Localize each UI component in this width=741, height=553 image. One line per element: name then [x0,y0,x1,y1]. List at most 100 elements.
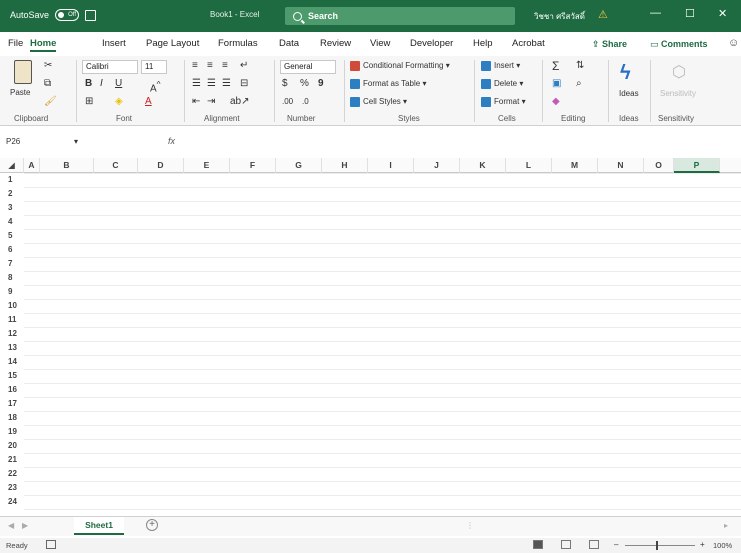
format-cells-button[interactable]: Format ▾ [481,97,526,107]
row-header[interactable]: 8 [0,271,24,285]
merge-center-icon[interactable]: ⊟ [240,78,248,90]
zoom-in-icon[interactable]: + [700,540,705,549]
comments-button[interactable]: ▭ Comments [650,39,708,50]
format-as-table-button[interactable]: Format as Table ▾ [350,79,426,89]
cell-styles-button[interactable]: Cell Styles ▾ [350,97,407,107]
align-right-icon[interactable]: ☰ [222,78,231,90]
format-painter-icon[interactable]: 🖌 [44,96,57,108]
align-left-icon[interactable]: ☰ [192,78,201,90]
row-header[interactable]: 19 [0,425,24,439]
borders-icon[interactable]: ⊞ [85,96,93,108]
tab-view[interactable]: View [370,38,390,49]
increase-decimal-icon[interactable]: .00 [282,96,293,108]
tab-formulas[interactable]: Formulas [218,38,258,49]
row-header[interactable]: 5 [0,229,24,243]
tab-file[interactable]: File [8,38,23,49]
decrease-indent-icon[interactable]: ⇤ [192,96,200,108]
column-header-a[interactable]: A [24,158,40,173]
page-layout-view-icon[interactable] [561,540,571,549]
italic-icon[interactable]: I [100,78,103,90]
tab-page-layout[interactable]: Page Layout [146,38,199,49]
name-box[interactable]: P26 [6,137,20,146]
tab-data[interactable]: Data [279,38,299,49]
autosave-toggle[interactable]: Off [55,9,80,21]
column-header-o[interactable]: O [644,158,674,173]
cut-icon[interactable]: ✂ [44,60,52,72]
row-header[interactable]: 18 [0,411,24,425]
row-header[interactable]: 21 [0,453,24,467]
macro-recording-icon[interactable] [46,540,56,549]
normal-view-icon[interactable] [533,540,543,549]
sensitivity-button-label[interactable]: Sensitivity [660,89,696,98]
column-header-h[interactable]: H [322,158,368,173]
paste-icon[interactable] [14,60,32,84]
percent-icon[interactable]: % [300,78,309,90]
column-header-f[interactable]: F [230,158,276,173]
align-top-icon[interactable]: ≡ [192,60,198,72]
increase-indent-icon[interactable]: ⇥ [207,96,215,108]
tab-acrobat[interactable]: Acrobat [512,38,545,49]
row-header[interactable]: 13 [0,341,24,355]
column-header-c[interactable]: C [94,158,138,173]
ideas-icon[interactable]: ϟ [620,62,631,85]
column-header-p[interactable]: P [674,158,720,173]
zoom-level[interactable]: 100% [713,541,732,550]
maximize-button[interactable]: ☐ [685,7,695,20]
scroll-right-icon[interactable]: ▸ [724,521,728,530]
row-header[interactable]: 7 [0,257,24,271]
copy-icon[interactable]: ⧉ [44,78,51,90]
fill-icon[interactable]: ▣ [552,78,561,90]
share-button[interactable]: ⇪ Share [592,39,627,50]
feedback-smiley-icon[interactable]: ☺ [728,37,739,49]
clear-icon[interactable]: ◆ [552,96,560,108]
row-header[interactable]: 15 [0,369,24,383]
insert-function-icon[interactable]: fx [168,136,175,146]
conditional-formatting-button[interactable]: Conditional Formatting ▾ [350,61,450,71]
tab-insert[interactable]: Insert [102,38,126,49]
column-header-m[interactable]: M [552,158,598,173]
tab-developer[interactable]: Developer [410,38,453,49]
row-header[interactable]: 9 [0,285,24,299]
row-header[interactable]: 4 [0,215,24,229]
scroll-sheets-left-icon[interactable]: ◀ [8,521,14,530]
search-box[interactable]: Search [285,7,515,25]
fill-color-icon[interactable]: ◈ [115,96,123,108]
row-header[interactable]: 17 [0,397,24,411]
close-button[interactable]: ✕ [718,7,727,20]
column-header-j[interactable]: J [414,158,460,173]
column-header-i[interactable]: I [368,158,414,173]
delete-cells-button[interactable]: Delete ▾ [481,79,523,89]
row-header[interactable]: 20 [0,439,24,453]
decrease-decimal-icon[interactable]: .0 [302,96,309,108]
row-header[interactable]: 2 [0,187,24,201]
currency-icon[interactable]: $ [282,78,288,90]
ideas-button-label[interactable]: Ideas [619,89,639,98]
paste-label[interactable]: Paste [10,88,30,97]
user-name[interactable]: วิชชา ศรีสวัสดิ์ [534,10,585,23]
warning-icon[interactable]: ⚠ [598,8,608,21]
increase-font-icon[interactable]: A^ [150,78,161,95]
select-all-corner[interactable]: ◢ [0,158,24,173]
row-header[interactable]: 14 [0,355,24,369]
row-header[interactable]: 10 [0,299,24,313]
zoom-slider[interactable] [625,545,695,546]
underline-icon[interactable]: U [115,78,122,90]
scroll-sheets-right-icon[interactable]: ▶ [22,521,28,530]
minimize-button[interactable]: — [650,7,661,19]
tab-help[interactable]: Help [473,38,493,49]
column-header-d[interactable]: D [138,158,184,173]
tab-home[interactable]: Home [30,38,57,52]
add-sheet-button[interactable]: + [146,519,158,531]
align-bottom-icon[interactable]: ≡ [222,60,228,72]
tab-splitter-icon[interactable]: ⋮ [466,521,474,530]
tab-review[interactable]: Review [320,38,351,49]
wrap-text-icon[interactable]: ↵ [240,60,248,72]
bold-icon[interactable]: B [85,78,92,90]
row-header[interactable]: 16 [0,383,24,397]
row-header[interactable]: 24 [0,495,24,509]
save-icon[interactable] [85,9,97,21]
cell-area[interactable] [24,173,741,512]
row-header[interactable]: 22 [0,467,24,481]
zoom-slider-handle[interactable] [656,541,658,550]
orientation-icon[interactable]: ab↗ [230,96,250,108]
